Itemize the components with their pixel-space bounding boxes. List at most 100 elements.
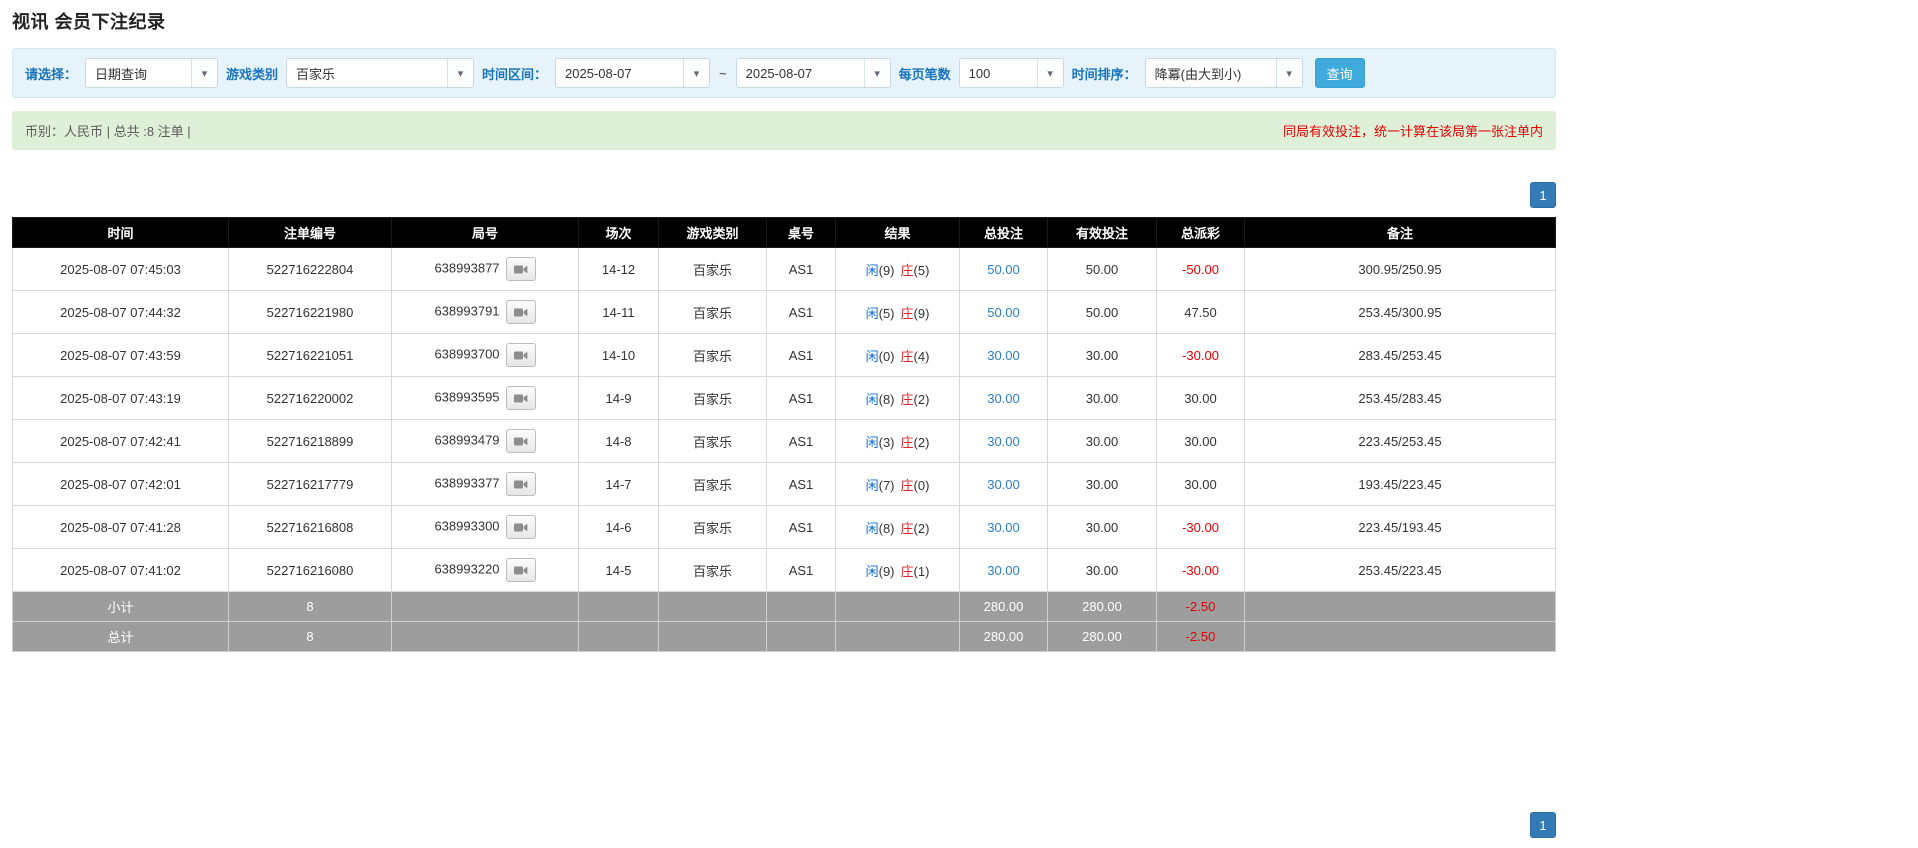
chevron-down-icon[interactable]: ▾ xyxy=(864,59,890,87)
per-page-label: 每页笔数 xyxy=(899,64,951,83)
cell-time: 2025-08-07 07:44:32 xyxy=(13,291,229,334)
col-header-round-id: 局号 xyxy=(392,218,579,248)
summary-row: 总计 8 280.00 280.00 -2.50 xyxy=(13,622,1556,652)
cell-payout: 47.50 xyxy=(1157,291,1245,334)
replay-video-button[interactable] xyxy=(506,472,536,496)
cell-round-id: 638993595 xyxy=(392,377,579,420)
chevron-down-icon[interactable]: ▾ xyxy=(1276,59,1302,87)
round-id-text: 638993479 xyxy=(434,432,499,447)
total-bet-link[interactable]: 30.00 xyxy=(987,520,1020,535)
cell-payout: -30.00 xyxy=(1157,549,1245,592)
total-bet-link[interactable]: 50.00 xyxy=(987,262,1020,277)
cell-remark: 193.45/223.45 xyxy=(1245,463,1556,506)
notice-bar: 币别：人民币 | 总共 :8 注单 | 同局有效投注，统一计算在该局第一张注单内 xyxy=(12,111,1556,150)
cell-session: 14-10 xyxy=(579,334,659,377)
total-bet-link[interactable]: 30.00 xyxy=(987,563,1020,578)
per-page-combo[interactable]: 100 ▾ xyxy=(959,58,1064,88)
table-row: 2025-08-07 07:41:02 522716216080 6389932… xyxy=(13,549,1556,592)
sort-order-label: 时间排序： xyxy=(1072,64,1137,83)
cell-table-no: AS1 xyxy=(767,549,836,592)
date-to-value: 2025-08-07 xyxy=(737,59,864,87)
page-button-1[interactable]: 1 xyxy=(1530,182,1556,208)
cell-total-bet: 30.00 xyxy=(960,334,1048,377)
col-header-payout: 总派彩 xyxy=(1157,218,1245,248)
replay-video-button[interactable] xyxy=(506,343,536,367)
cell-bet-id: 522716221980 xyxy=(229,291,392,334)
summary-empty-cell xyxy=(392,592,579,622)
bet-records-table: 时间 注单编号 局号 场次 游戏类别 桌号 结果 总投注 有效投注 总派彩 备注… xyxy=(12,217,1556,652)
cell-bet-id: 522716222804 xyxy=(229,248,392,291)
game-type-combo[interactable]: 百家乐 ▾ xyxy=(286,58,474,88)
chevron-down-icon[interactable]: ▾ xyxy=(683,59,709,87)
video-camera-icon xyxy=(514,522,528,533)
col-header-session: 场次 xyxy=(579,218,659,248)
video-camera-icon xyxy=(514,436,528,447)
replay-video-button[interactable] xyxy=(506,386,536,410)
total-bet-link[interactable]: 50.00 xyxy=(987,305,1020,320)
round-id-text: 638993700 xyxy=(434,346,499,361)
total-bet-link[interactable]: 30.00 xyxy=(987,348,1020,363)
cell-table-no: AS1 xyxy=(767,291,836,334)
chevron-down-icon[interactable]: ▾ xyxy=(447,59,473,87)
cell-time: 2025-08-07 07:45:03 xyxy=(13,248,229,291)
summary-count: 8 xyxy=(229,622,392,652)
select-type-combo[interactable]: 日期查询 ▾ xyxy=(85,58,218,88)
col-header-total-bet: 总投注 xyxy=(960,218,1048,248)
replay-video-button[interactable] xyxy=(506,257,536,281)
cell-table-no: AS1 xyxy=(767,248,836,291)
video-camera-icon xyxy=(514,264,528,275)
summary-empty-cell xyxy=(579,622,659,652)
cell-total-bet: 30.00 xyxy=(960,420,1048,463)
cell-remark: 283.45/253.45 xyxy=(1245,334,1556,377)
summary-payout: -2.50 xyxy=(1157,622,1245,652)
video-camera-icon xyxy=(514,565,528,576)
range-separator: ~ xyxy=(718,66,728,81)
cell-bet-id: 522716221051 xyxy=(229,334,392,377)
cell-total-bet: 50.00 xyxy=(960,248,1048,291)
page-button-1[interactable]: 1 xyxy=(1530,812,1556,838)
video-camera-icon xyxy=(514,393,528,404)
summary-valid-bet: 280.00 xyxy=(1048,592,1157,622)
summary-total-bet: 280.00 xyxy=(960,622,1048,652)
total-bet-link[interactable]: 30.00 xyxy=(987,477,1020,492)
total-bet-link[interactable]: 30.00 xyxy=(987,434,1020,449)
video-camera-icon xyxy=(514,479,528,490)
chevron-down-icon[interactable]: ▾ xyxy=(1037,59,1063,87)
total-bet-link[interactable]: 30.00 xyxy=(987,391,1020,406)
cell-total-bet: 30.00 xyxy=(960,377,1048,420)
round-id-text: 638993595 xyxy=(434,389,499,404)
cell-result: 闲(8)庄(2) xyxy=(836,506,960,549)
pagination-top: 1 xyxy=(12,182,1556,208)
cell-result: 闲(5)庄(9) xyxy=(836,291,960,334)
col-header-valid-bet: 有效投注 xyxy=(1048,218,1157,248)
round-id-text: 638993791 xyxy=(434,303,499,318)
cell-game-type: 百家乐 xyxy=(659,506,767,549)
cell-time: 2025-08-07 07:43:59 xyxy=(13,334,229,377)
result-banker: 庄(9) xyxy=(901,306,930,321)
cell-valid-bet: 50.00 xyxy=(1048,248,1157,291)
cell-time: 2025-08-07 07:41:28 xyxy=(13,506,229,549)
replay-video-button[interactable] xyxy=(506,300,536,324)
result-player: 闲(9) xyxy=(866,564,895,579)
replay-video-button[interactable] xyxy=(506,558,536,582)
cell-time: 2025-08-07 07:41:02 xyxy=(13,549,229,592)
chevron-down-icon[interactable]: ▾ xyxy=(191,59,217,87)
video-camera-icon xyxy=(514,307,528,318)
date-from-combo[interactable]: 2025-08-07 ▾ xyxy=(555,58,710,88)
cell-round-id: 638993377 xyxy=(392,463,579,506)
search-button[interactable]: 查询 xyxy=(1315,58,1365,88)
replay-video-button[interactable] xyxy=(506,429,536,453)
cell-time: 2025-08-07 07:42:41 xyxy=(13,420,229,463)
summary-row: 小计 8 280.00 280.00 -2.50 xyxy=(13,592,1556,622)
result-player: 闲(8) xyxy=(866,521,895,536)
cell-game-type: 百家乐 xyxy=(659,248,767,291)
replay-video-button[interactable] xyxy=(506,515,536,539)
sort-order-combo[interactable]: 降冪(由大到小) ▾ xyxy=(1145,58,1303,88)
cell-payout: -30.00 xyxy=(1157,506,1245,549)
cell-session: 14-8 xyxy=(579,420,659,463)
date-to-combo[interactable]: 2025-08-07 ▾ xyxy=(736,58,891,88)
per-page-value: 100 xyxy=(960,59,1037,87)
summary-empty-cell xyxy=(659,592,767,622)
result-banker: 庄(2) xyxy=(901,392,930,407)
cell-total-bet: 50.00 xyxy=(960,291,1048,334)
